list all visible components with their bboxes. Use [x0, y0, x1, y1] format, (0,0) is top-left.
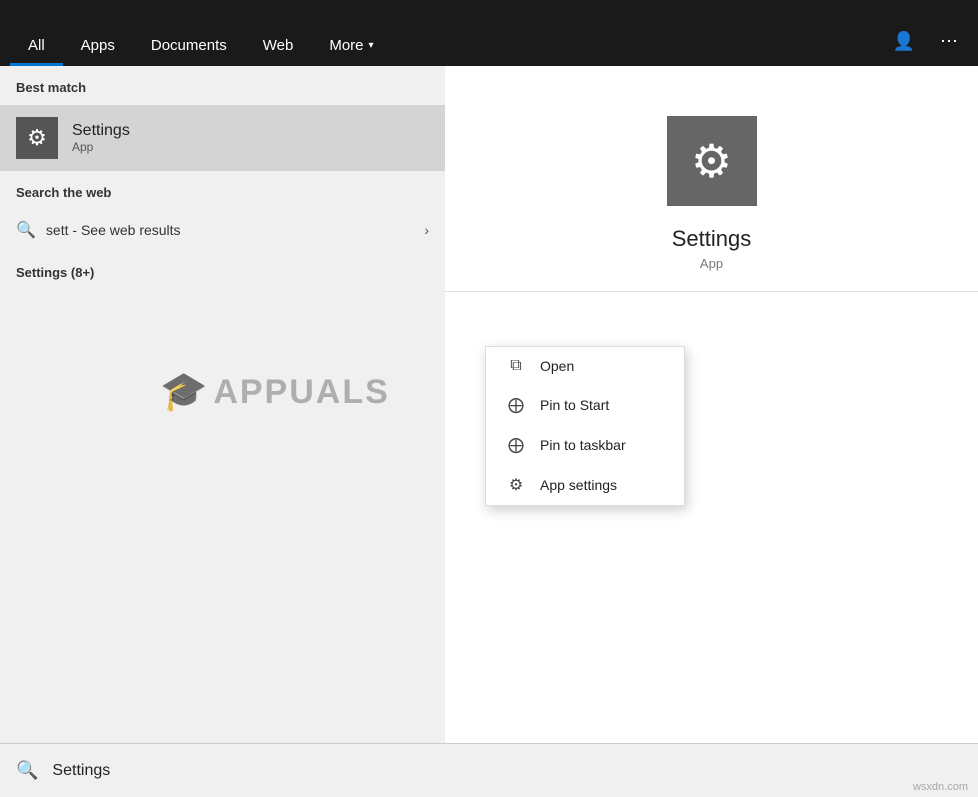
tab-web[interactable]: Web [245, 27, 312, 66]
right-panel: ⚙ Settings App ⧉ Open ⨁ Pin to Start ⨁ P… [445, 66, 978, 743]
app-name: Settings [72, 122, 130, 140]
left-panel: Best match ⚙ Settings App Search the web… [0, 66, 445, 743]
app-settings-label: App settings [540, 477, 617, 493]
gear-icon-large: ⚙ [691, 134, 732, 188]
open-icon: ⧉ [506, 357, 526, 375]
settings-app-icon-small: ⚙ [16, 117, 58, 159]
pin-taskbar-icon: ⨁ [506, 435, 526, 455]
nav-right-buttons: 👤 ⋯ [883, 25, 968, 58]
app-info: Settings App [72, 122, 130, 154]
context-menu: ⧉ Open ⨁ Pin to Start ⨁ Pin to taskbar ⚙… [485, 346, 685, 506]
best-match-item[interactable]: ⚙ Settings App [0, 105, 445, 171]
taskbar-search-icon: 🔍 [16, 760, 38, 781]
app-type-large: App [700, 256, 723, 271]
context-menu-app-settings[interactable]: ⚙ App settings [486, 465, 684, 505]
taskbar-search-bar: 🔍 wsxdn.com [0, 743, 978, 797]
web-search-header: Search the web [0, 171, 445, 210]
tab-documents[interactable]: Documents [133, 27, 245, 66]
app-type: App [72, 140, 130, 154]
app-settings-icon: ⚙ [506, 475, 526, 495]
main-area: Best match ⚙ Settings App Search the web… [0, 66, 978, 743]
tab-all[interactable]: All [10, 27, 63, 66]
pin-start-icon: ⨁ [506, 395, 526, 415]
web-search-item[interactable]: 🔍 sett - See web results › [0, 210, 445, 251]
pin-start-label: Pin to Start [540, 397, 609, 413]
gear-icon: ⚙ [27, 125, 47, 151]
settings-count-header: Settings (8+) [0, 251, 445, 290]
top-nav: All Apps Documents Web More ▾ 👤 ⋯ [0, 0, 978, 66]
open-label: Open [540, 358, 574, 374]
web-search-text: sett - See web results [46, 222, 414, 238]
context-menu-pin-start[interactable]: ⨁ Pin to Start [486, 385, 684, 425]
tab-apps[interactable]: Apps [63, 27, 133, 66]
search-icon: 🔍 [16, 220, 36, 240]
arrow-right-icon: › [424, 222, 429, 238]
person-icon-button[interactable]: 👤 [883, 25, 925, 58]
taskbar-search-input[interactable] [52, 762, 962, 780]
ellipsis-icon: ⋯ [940, 31, 958, 51]
web-search-suffix: - See web results [72, 222, 180, 238]
context-menu-pin-taskbar[interactable]: ⨁ Pin to taskbar [486, 425, 684, 465]
context-menu-open[interactable]: ⧉ Open [486, 347, 684, 385]
app-title-large: Settings [672, 226, 752, 252]
pin-taskbar-label: Pin to taskbar [540, 437, 626, 453]
more-options-button[interactable]: ⋯ [930, 25, 968, 58]
best-match-header: Best match [0, 66, 445, 105]
person-icon: 👤 [893, 31, 915, 51]
chevron-down-icon: ▾ [369, 40, 374, 51]
tab-more[interactable]: More ▾ [311, 27, 391, 66]
divider [445, 291, 978, 292]
wsxdn-watermark: wsxdn.com [913, 781, 968, 793]
settings-app-icon-large: ⚙ [667, 116, 757, 206]
